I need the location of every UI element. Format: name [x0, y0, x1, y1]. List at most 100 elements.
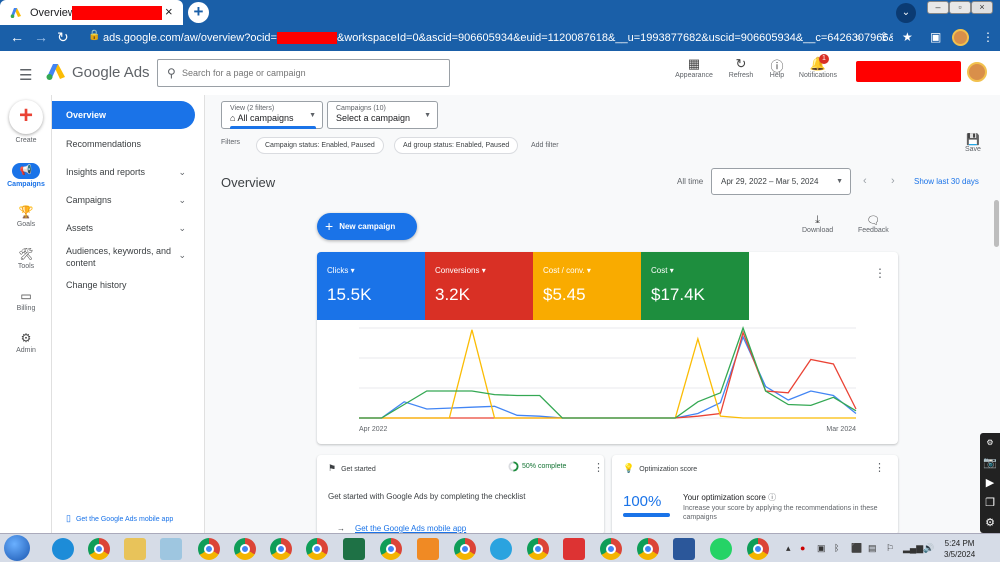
filter-chip-campaign-status[interactable]: Campaign status: Enabled, Paused: [256, 137, 384, 154]
tab-search-icon[interactable]: ⌄: [896, 3, 916, 23]
nav-item-audiences[interactable]: Audiences, keywords, and content ⌄: [52, 245, 186, 269]
whatsapp-icon[interactable]: [710, 538, 732, 560]
nav-item-recommendations[interactable]: Recommendations: [52, 139, 204, 149]
back-icon[interactable]: ←: [10, 29, 24, 45]
window-icon[interactable]: ❐: [980, 493, 1000, 513]
help-button[interactable]: ⓘ Help: [764, 56, 790, 79]
sidepanel-icon[interactable]: ▣: [930, 30, 941, 44]
video-icon[interactable]: ▶: [980, 473, 1000, 493]
word-icon[interactable]: [673, 538, 695, 560]
url-field[interactable]: ads.google.com/aw/overview?ocid= &workspa…: [103, 28, 893, 48]
share-icon[interactable]: ⇪: [879, 30, 889, 44]
bookmark-star-icon[interactable]: ★: [902, 30, 913, 44]
new-campaign-button[interactable]: + New campaign: [317, 213, 417, 240]
start-button-icon[interactable]: [4, 535, 30, 561]
get-mobile-app-link[interactable]: → Get the Google Ads mobile app: [337, 524, 466, 533]
chrome-icon[interactable]: [88, 538, 110, 560]
feedback-button[interactable]: 🗨 Feedback: [858, 214, 889, 234]
add-filter-button[interactable]: Add filter: [531, 142, 559, 149]
excel-icon[interactable]: [343, 538, 365, 560]
system-clock[interactable]: 5:24 PM 3/5/2024: [944, 538, 975, 560]
tray-record-icon[interactable]: ●: [800, 543, 805, 553]
previous-period-icon[interactable]: ‹: [863, 175, 867, 187]
chrome-profile-icon[interactable]: [380, 538, 402, 560]
filter-chip-ad-group-status[interactable]: Ad group status: Enabled, Paused: [394, 137, 519, 154]
nav-item-insights[interactable]: Insights and reports ⌄: [52, 167, 204, 177]
chrome-profile-icon[interactable]: [270, 538, 292, 560]
account-avatar[interactable]: [967, 62, 987, 82]
profile-avatar-icon[interactable]: [952, 29, 969, 46]
browser-tab[interactable]: Overview ×: [0, 0, 183, 25]
minimize-icon[interactable]: –: [927, 1, 949, 14]
tray-app-icon[interactable]: ▣: [817, 543, 826, 554]
maximize-icon[interactable]: ▫: [949, 1, 971, 14]
chrome-profile-icon[interactable]: [454, 538, 476, 560]
refresh-button[interactable]: ↻ Refresh: [724, 56, 758, 79]
telegram-icon[interactable]: [490, 538, 512, 560]
nav-item-assets[interactable]: Assets ⌄: [52, 223, 204, 233]
search-input[interactable]: [182, 65, 442, 81]
lock-icon[interactable]: 🔒: [88, 30, 100, 41]
tray-expand-icon[interactable]: ▴: [786, 543, 791, 554]
save-button[interactable]: 💾 Save: [965, 133, 981, 153]
zoom-icon[interactable]: ⌕: [855, 30, 862, 45]
nav-item-change-history[interactable]: Change history: [52, 280, 204, 290]
help-icon[interactable]: ⓘ: [768, 493, 776, 502]
internet-explorer-icon[interactable]: [52, 538, 74, 560]
more-options-icon[interactable]: ⋮: [874, 461, 885, 474]
metric-card-cost[interactable]: Cost ▾ $17.4K: [641, 252, 749, 320]
create-button[interactable]: +: [9, 100, 43, 134]
bluetooth-icon[interactable]: ᛒ: [834, 543, 839, 553]
chrome-profile-icon[interactable]: [600, 538, 622, 560]
download-button[interactable]: ⤓ Download: [802, 214, 833, 234]
gear-icon[interactable]: ⚙: [980, 513, 1000, 533]
tray-app-icon[interactable]: ⬛: [851, 543, 862, 554]
nav-item-campaigns[interactable]: Campaigns ⌄: [52, 195, 204, 205]
metric-card-clicks[interactable]: Clicks ▾ 15.5K: [317, 252, 425, 320]
network-signal-icon[interactable]: ▂▄▆: [903, 543, 923, 554]
notifications-button[interactable]: 🔔 1 Notifications: [795, 54, 841, 79]
metric-card-conversions[interactable]: Conversions ▾ 3.2K: [425, 252, 533, 320]
metric-card-cost-per-conversion[interactable]: Cost / conv. ▾ $5.45: [533, 252, 641, 320]
chrome-active-icon[interactable]: [747, 538, 769, 560]
file-explorer-icon[interactable]: [124, 538, 146, 560]
campaign-select-dropdown[interactable]: Campaigns (10) Select a campaign ▼: [327, 101, 438, 129]
tray-flag-icon[interactable]: ⚐: [886, 543, 894, 554]
notepad-icon[interactable]: [160, 538, 182, 560]
chrome-profile-icon[interactable]: [198, 538, 220, 560]
rail-item-goals[interactable]: 🏆 Goals: [0, 205, 52, 228]
rail-item-admin[interactable]: ⚙ Admin: [0, 331, 52, 354]
next-period-icon[interactable]: ›: [891, 175, 895, 187]
tray-pdf-icon[interactable]: ▤: [868, 543, 877, 554]
close-window-icon[interactable]: ×: [971, 1, 993, 14]
anydesk-icon[interactable]: [563, 538, 585, 560]
close-tab-icon[interactable]: ×: [165, 4, 173, 19]
reload-icon[interactable]: ↻: [57, 29, 69, 46]
camera-icon[interactable]: 📷: [980, 453, 1000, 473]
chrome-profile-icon[interactable]: [637, 538, 659, 560]
appearance-button[interactable]: ▦ Appearance: [672, 56, 716, 79]
forward-icon[interactable]: →: [34, 29, 48, 45]
hamburger-menu-icon[interactable]: ☰: [19, 66, 32, 84]
volume-icon[interactable]: 🔊: [923, 543, 934, 554]
rail-item-billing[interactable]: ▭ Billing: [0, 289, 52, 312]
vlc-icon[interactable]: [417, 538, 439, 560]
date-range-picker[interactable]: Apr 29, 2022 – Mar 5, 2024 ▼: [711, 168, 851, 195]
search-box[interactable]: ⚲: [157, 59, 450, 87]
view-filter-dropdown[interactable]: View (2 filters) ⌂ All campaigns ▼: [221, 101, 323, 129]
more-options-icon[interactable]: ⋮: [593, 461, 604, 474]
chrome-profile-icon[interactable]: [527, 538, 549, 560]
rail-item-tools[interactable]: 🛠 Tools: [0, 247, 52, 270]
chrome-profile-icon[interactable]: [306, 538, 328, 560]
account-redaction-block[interactable]: [856, 61, 961, 82]
chrome-profile-icon[interactable]: [234, 538, 256, 560]
nav-item-overview[interactable]: Overview: [52, 101, 195, 129]
new-tab-button[interactable]: +: [188, 2, 209, 23]
settings-icon[interactable]: ⚙: [980, 433, 1000, 453]
vertical-scrollbar[interactable]: [994, 200, 999, 247]
mobile-app-link[interactable]: ▯ Get the Google Ads mobile app: [66, 513, 173, 524]
show-last-30-days-link[interactable]: Show last 30 days: [914, 177, 979, 186]
browser-menu-icon[interactable]: ⋮: [982, 30, 994, 44]
more-options-icon[interactable]: ⋮: [874, 266, 886, 280]
rail-item-campaigns[interactable]: 📢 Campaigns: [0, 163, 52, 188]
